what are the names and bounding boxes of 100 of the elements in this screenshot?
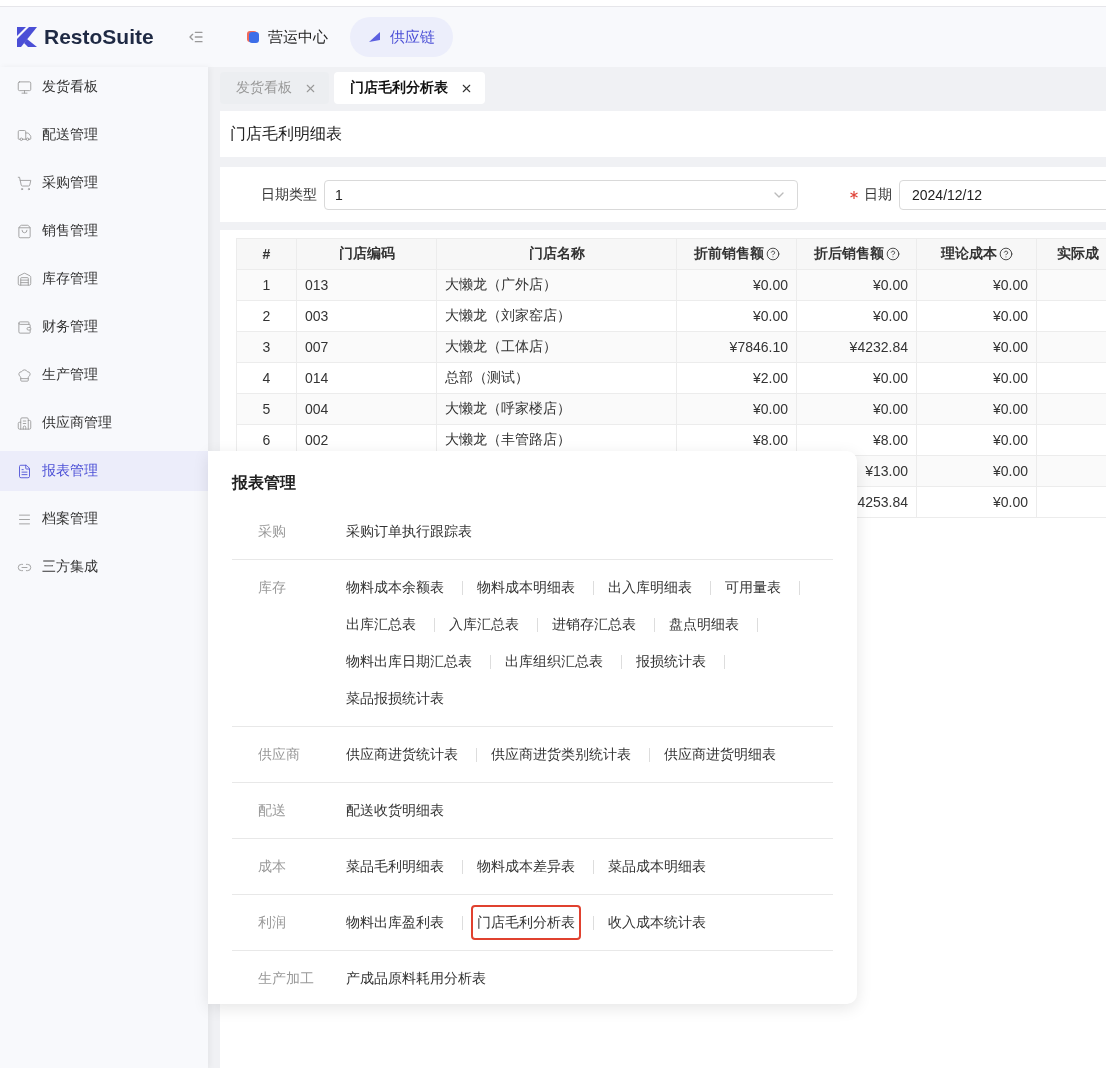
sidebar-item[interactable]: 采购管理 [0,163,208,203]
report-link[interactable]: 物料成本余额表 [340,570,450,605]
section-label: 供应商 [257,745,301,764]
report-link[interactable]: 配送收货明细表 [340,793,450,828]
sidebar-item[interactable]: 发货看板 [0,67,208,107]
sidebar-item[interactable]: 销售管理 [0,211,208,251]
report-link[interactable]: 物料出库盈利表 [340,905,450,940]
table-cell: ¥0.00 [916,455,1037,487]
report-link[interactable]: 菜品报损统计表 [340,681,450,716]
sidebar-item[interactable]: 财务管理 [0,307,208,347]
help-icon[interactable] [765,247,780,261]
sidebar-label: 库存管理 [42,270,98,288]
report-link[interactable]: 物料成本明细表 [471,570,581,605]
report-link[interactable]: 门店毛利分析表 [471,905,581,940]
menu-title: 报表管理 [232,473,297,493]
bag-icon [17,223,32,239]
sidebar-label: 生产管理 [42,366,98,384]
report-link[interactable]: 盘点明细表 [663,607,745,642]
table-cell: ¥0.00 [676,269,797,301]
table-cell: 1 [236,269,297,301]
report-link[interactable]: 采购订单执行跟踪表 [340,514,478,549]
table-cell: ¥0.00 [796,269,917,301]
report-link[interactable]: 报损统计表 [630,644,712,679]
report-link[interactable]: 供应商进货明细表 [658,737,782,772]
table-cell: 004 [296,393,437,425]
sidebar-item[interactable]: 生产管理 [0,355,208,395]
report-link[interactable]: 产成品原料耗用分析表 [340,961,492,996]
report-link[interactable]: 收入成本统计表 [602,905,712,940]
tab-label: 门店毛利分析表 [350,79,448,97]
sidebar-item[interactable]: 三方集成 [0,547,208,587]
report-link[interactable]: 出库汇总表 [340,607,422,642]
report-link[interactable]: 供应商进货统计表 [340,737,464,772]
table-cell: 5 [236,393,297,425]
table-cell: ¥7846.10 [676,331,797,363]
column-header: 实际成 [1036,238,1106,270]
table-cell: 003 [296,300,437,332]
sidebar-item[interactable]: 供应商管理 [0,403,208,443]
filter-label: 日期类型 [261,185,317,204]
table-cell: ¥0.00 [676,300,797,332]
cube-icon [246,30,260,44]
table-cell: ¥0.00 [796,362,917,394]
report-link[interactable]: 可用量表 [719,570,787,605]
page-tab[interactable]: 门店毛利分析表 [334,72,485,104]
table-cell: ¥4232.84 [796,331,917,363]
table-cell: ¥0.00 [796,300,917,332]
column-header: 折前销售额 [676,238,797,270]
table-cell: 3 [236,331,297,363]
sidebar-item[interactable]: 报表管理 [0,451,208,491]
report-link[interactable]: 出库组织汇总表 [499,644,609,679]
table-cell: 大懒龙（广外店） [436,269,677,301]
wallet-icon [17,319,32,335]
column-header: 门店编码 [296,238,437,270]
table-cell: ¥0.00 [916,393,1037,425]
table-cell: 013 [296,269,437,301]
cart-icon [17,175,32,191]
column-header: 折后销售额 [796,238,917,270]
sidebar-label: 配送管理 [42,126,98,144]
report-link[interactable]: 菜品毛利明细表 [340,849,450,884]
sidebar-label: 销售管理 [42,222,98,240]
select-field[interactable]: 1 [324,179,798,210]
column-header: # [236,238,297,270]
help-icon[interactable] [998,247,1013,261]
table-cell: 大懒龙（工体店） [436,331,677,363]
table-cell: ¥0.00 [916,362,1037,394]
tab-label: 发货看板 [236,79,292,97]
flag-icon [368,30,382,44]
report-link[interactable]: 进销存汇总表 [546,607,642,642]
sidebar-item[interactable]: 配送管理 [0,115,208,155]
sidebar-item[interactable]: 档案管理 [0,499,208,539]
table-cell: 007 [296,331,437,363]
help-icon[interactable] [885,247,900,261]
sidebar-label: 发货看板 [42,78,98,96]
report-link[interactable]: 菜品成本明细表 [602,849,712,884]
report-link[interactable]: 供应商进货类别统计表 [485,737,637,772]
sidebar-label: 三方集成 [42,558,98,576]
section-label: 采购 [257,522,287,541]
collapse-icon[interactable] [188,29,204,45]
date-field[interactable]: 2024/12/12 [899,179,1106,210]
report-link[interactable]: 入库汇总表 [443,607,525,642]
sidebar-label: 财务管理 [42,318,98,336]
warehouse-icon [17,271,32,287]
section-label: 库存 [257,578,287,597]
module-tab[interactable]: 营运中心 [228,17,346,57]
logo-text: RestoSuite [44,25,154,49]
table-cell: 2 [236,300,297,332]
table-cell: ¥0.00 [676,393,797,425]
module-tab[interactable]: 供应链 [350,17,453,57]
chef-hat-icon [17,367,32,383]
table-cell: ¥0.00 [916,486,1037,518]
table-cell: ¥2.00 [676,362,797,394]
report-link[interactable]: 物料成本差异表 [471,849,581,884]
sidebar-item[interactable]: 库存管理 [0,259,208,299]
lines-icon [17,511,32,527]
section-label: 生产加工 [257,969,315,988]
report-link[interactable]: 出入库明细表 [602,570,698,605]
filter-label: 日期 [864,185,892,204]
sidebar-label: 供应商管理 [42,414,112,432]
report-link[interactable]: 物料出库日期汇总表 [340,644,478,679]
table-cell: ¥0.00 [916,300,1037,332]
building-icon [17,415,32,431]
